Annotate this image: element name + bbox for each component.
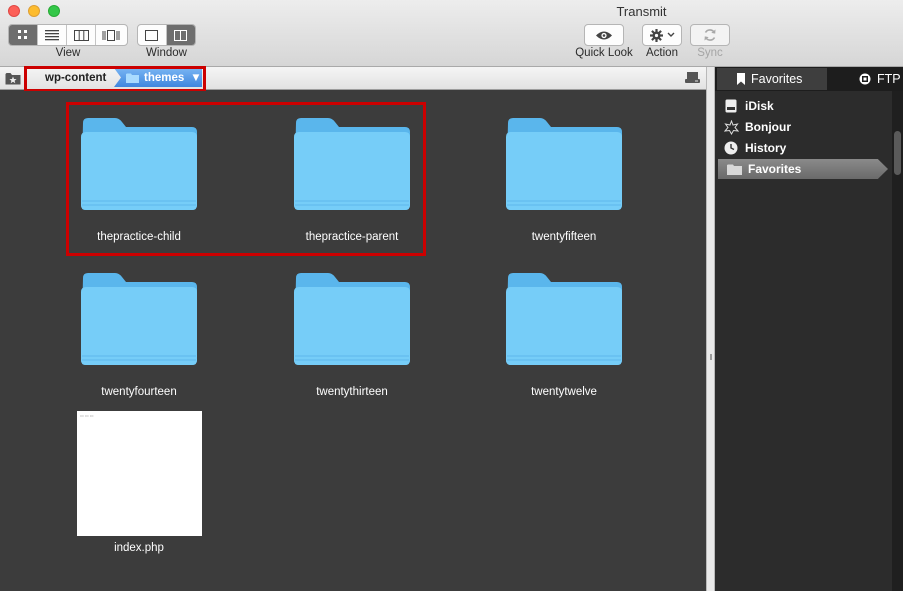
pane-splitter[interactable]: [706, 67, 715, 591]
tab-favorites[interactable]: Favorites: [717, 68, 827, 90]
single-pane-button[interactable]: [138, 25, 167, 45]
add-favorite-button[interactable]: [4, 70, 22, 86]
quick-look-label: Quick Look: [575, 47, 633, 59]
file-name: twentyfifteen: [531, 231, 597, 243]
sidebar-item-idisk[interactable]: iDisk: [715, 96, 892, 116]
column-view-button[interactable]: [67, 25, 96, 45]
breadcrumb-highlight-box: [24, 66, 206, 92]
quick-look-button[interactable]: [584, 24, 624, 46]
sidebar-scrollbar[interactable]: [892, 91, 903, 591]
sidebar-item-label: Favorites: [748, 162, 802, 176]
dual-pane-button[interactable]: [166, 25, 195, 45]
scrollbar-thumb[interactable]: [894, 131, 901, 175]
eye-icon: [596, 31, 612, 39]
sync-icon: [704, 29, 716, 41]
window-label: Window: [146, 47, 187, 59]
folder-icon: [294, 273, 410, 365]
sidebar-item-bonjour[interactable]: Bonjour: [715, 117, 892, 137]
window-mode-control: [137, 24, 196, 46]
gear-icon: [649, 28, 663, 42]
dual-pane-icon: [174, 29, 188, 41]
folder-icon: [81, 273, 197, 365]
sidebar-item-history[interactable]: History: [715, 138, 892, 158]
folder-icon: [506, 273, 622, 365]
favorites-sidebar: Favorites FTP iDisk Bonjour History Favo…: [715, 67, 903, 591]
folders-highlight-box: [66, 102, 426, 256]
tab-ftp[interactable]: FTP: [855, 68, 901, 90]
file-item[interactable]: twentythirteen: [282, 272, 422, 402]
file-item[interactable]: twentytwelve: [494, 272, 634, 402]
view-label: View: [55, 47, 81, 59]
file-name[interactable]: index.php: [69, 542, 209, 554]
sync-button[interactable]: [690, 24, 730, 46]
file-name: twentythirteen: [316, 386, 388, 398]
toolbar: Transmit View Window Quick Look Action S…: [0, 0, 903, 67]
sidebar-tabs: Favorites FTP: [715, 67, 903, 91]
transmit-window: Transmit View Window Quick Look Action S…: [0, 0, 903, 591]
tab-favorites-label: Favorites: [751, 72, 803, 86]
sidebar-item-label: History: [745, 141, 787, 155]
document-thumbnail[interactable]: ▭ ▭ ▭: [77, 411, 202, 536]
bonjour-icon: [723, 119, 739, 135]
chevron-down-icon: [667, 32, 674, 37]
folder-icon: [726, 161, 742, 177]
action-menu-button[interactable]: [642, 24, 682, 46]
server-icon: [859, 73, 871, 85]
idisk-icon: [723, 98, 739, 114]
single-pane-icon: [145, 29, 159, 41]
file-item[interactable]: twentyfifteen: [494, 117, 634, 247]
tab-ftp-label: FTP: [877, 72, 901, 86]
star-folder-icon: [5, 72, 21, 84]
sidebar-item-label: Bonjour: [745, 120, 791, 134]
file-name: twentytwelve: [531, 386, 597, 398]
drive-icon[interactable]: [684, 71, 701, 84]
view-mode-control: [8, 24, 128, 46]
cover-flow-icon: [102, 29, 119, 41]
cover-flow-view-button[interactable]: [96, 25, 125, 45]
columns-icon: [73, 29, 89, 41]
list-icon: [45, 29, 59, 40]
bookmark-icon: [737, 73, 745, 85]
splitter-handle[interactable]: [710, 354, 712, 360]
clock-icon: [723, 140, 739, 156]
icon-view-button[interactable]: [9, 25, 38, 45]
sidebar-item-label: iDisk: [745, 99, 774, 113]
grid-icon: [18, 30, 27, 39]
file-name: twentyfourteen: [101, 386, 177, 398]
file-item[interactable]: twentyfourteen: [69, 272, 209, 402]
sync-label: Sync: [697, 47, 723, 59]
thumbnail-content: ▭ ▭ ▭: [80, 413, 94, 418]
folder-icon: [506, 118, 622, 210]
action-label: Action: [646, 47, 678, 59]
window-title: Transmit: [616, 4, 667, 19]
sidebar-item-favorites[interactable]: Favorites: [718, 159, 888, 179]
list-view-button[interactable]: [38, 25, 67, 45]
